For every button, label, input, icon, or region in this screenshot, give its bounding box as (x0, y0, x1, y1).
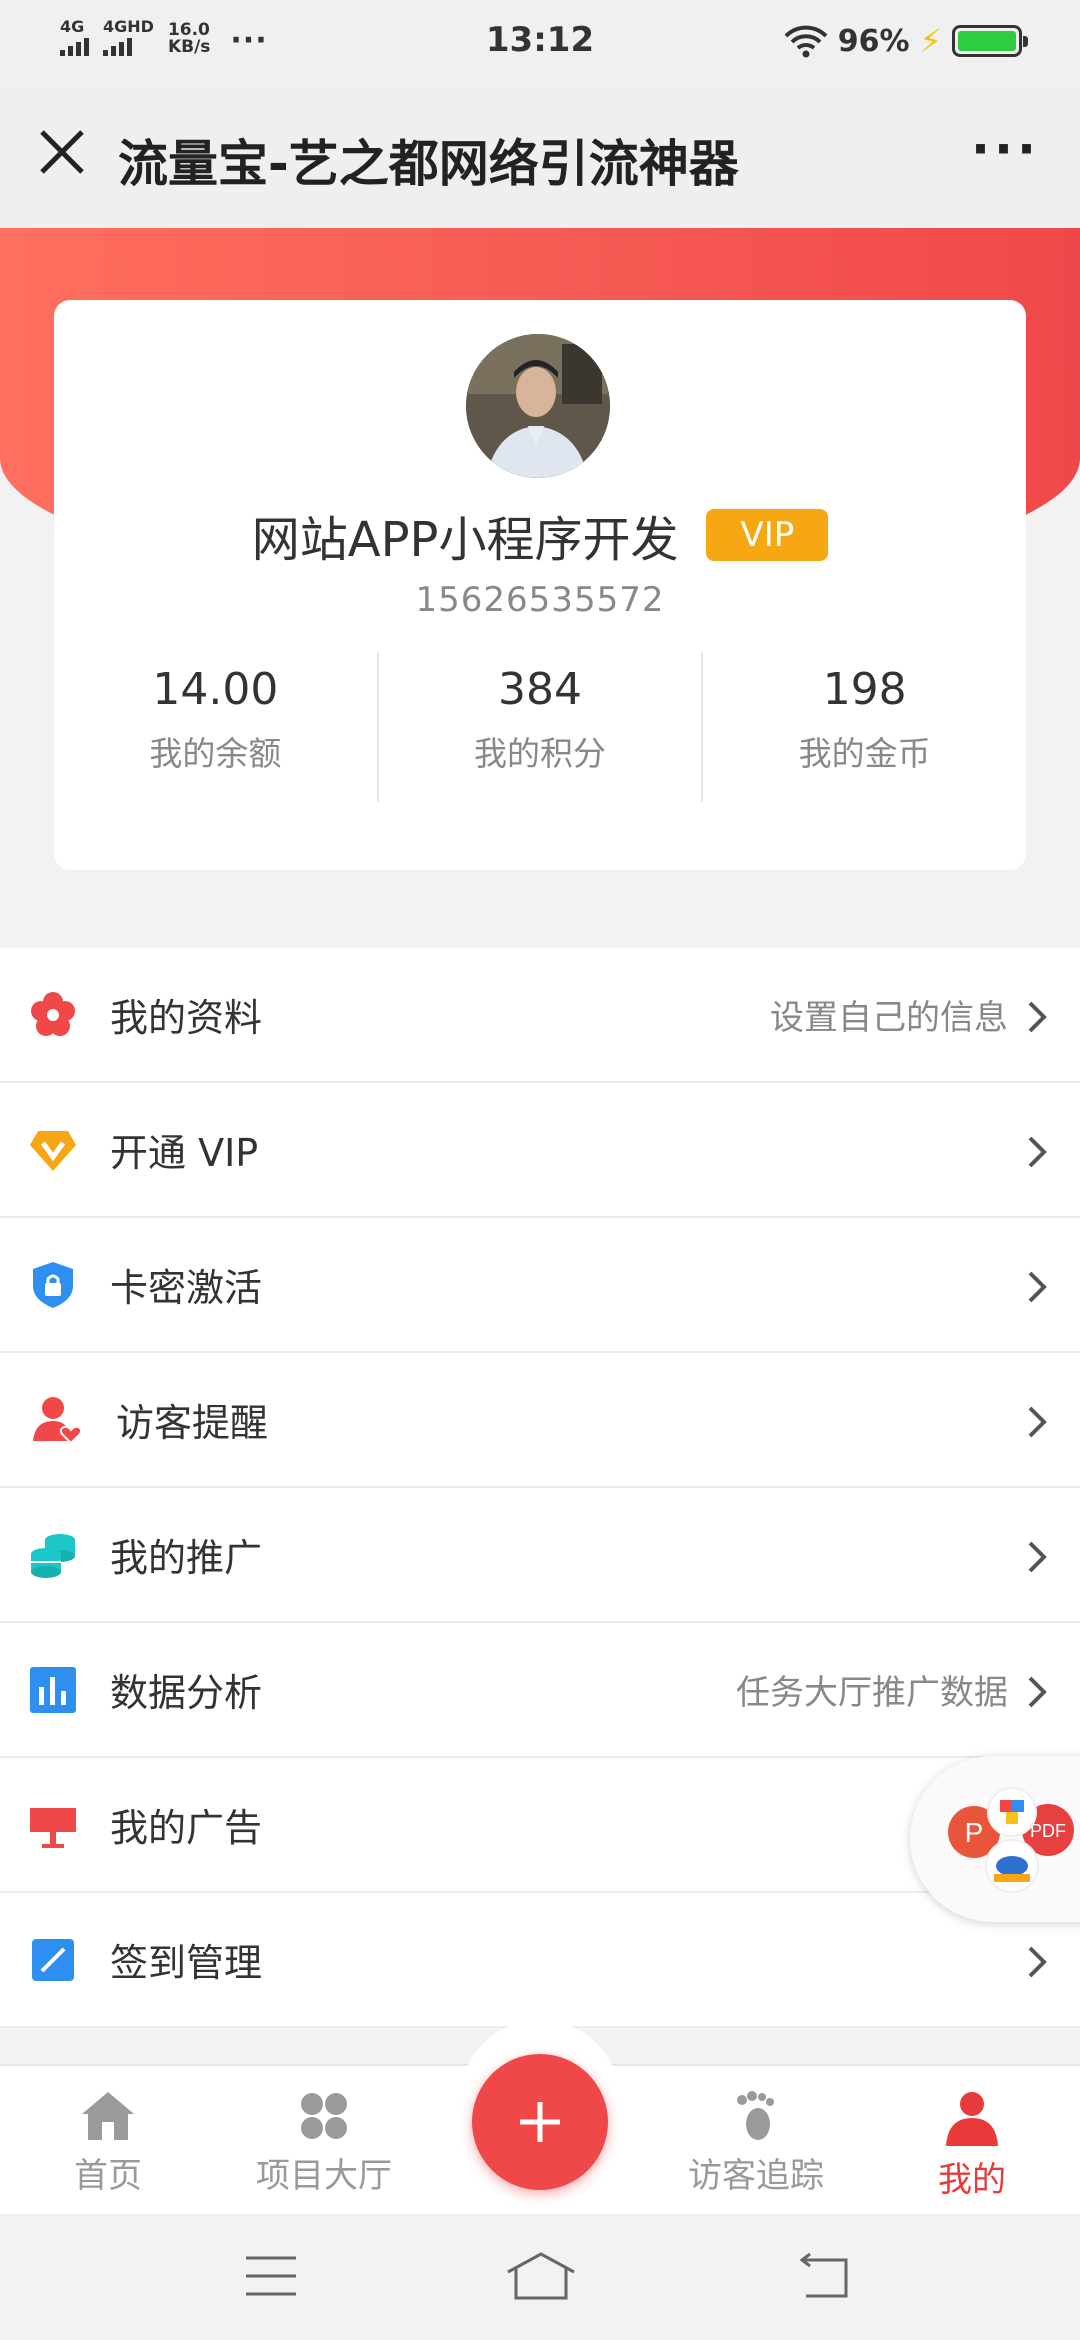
chevron-right-icon (1028, 1136, 1047, 1168)
vip-diamond-icon (30, 1131, 76, 1171)
battery-percent: 96% (837, 23, 910, 59)
plus-icon (520, 2102, 560, 2142)
back-nav-icon[interactable] (796, 2252, 852, 2300)
tab-visitor-track[interactable]: 访客追踪 (666, 2090, 846, 2197)
menu-item-label: 数据分析 (110, 1671, 263, 1715)
float-pdf: PDF (1030, 1821, 1066, 1841)
avatar[interactable] (466, 334, 610, 478)
avatar-image (466, 334, 610, 478)
person-icon (946, 2092, 998, 2146)
stat-coins[interactable]: 198 我的金币 (701, 652, 1026, 802)
edit-square-icon (32, 1939, 74, 1981)
tab-mine[interactable]: 我的 (882, 2090, 1062, 2201)
tab-label: 我的 (938, 2160, 1006, 2200)
tab-home[interactable]: 首页 (18, 2090, 198, 2197)
status-bar: 4G 4GHD 16.0 KB/s ··· 13:12 96% ⚡ (0, 0, 1080, 84)
chevron-right-icon (1028, 1271, 1047, 1303)
tab-label: 访客追踪 (688, 2156, 824, 2196)
chevron-right-icon (1028, 1946, 1047, 1978)
profile-flower-icon (31, 992, 75, 1036)
chevron-right-icon (1028, 1001, 1047, 1033)
menu-item-hint: 设置自己的信息 (770, 998, 1008, 1038)
stat-value: 384 (498, 664, 582, 715)
bar-chart-icon (30, 1667, 76, 1713)
stat-value: 14.00 (152, 664, 279, 715)
menu-item-label: 访客提醒 (116, 1401, 269, 1445)
menu-item-profile[interactable]: 我的资料 设置自己的信息 (0, 948, 1080, 1083)
menu-item-visitor-alert[interactable]: 访客提醒 (0, 1353, 1080, 1488)
menu-lines-icon[interactable] (244, 2254, 298, 2298)
menu-item-promotion[interactable]: 我的推广 (0, 1488, 1080, 1623)
menu-item-label: 我的资料 (110, 996, 263, 1040)
menu-item-label: 卡密激活 (110, 1266, 263, 1310)
stat-value: 198 (822, 664, 907, 715)
chevron-right-icon (1028, 1406, 1047, 1438)
tab-project-hall[interactable]: 项目大厅 (234, 2090, 414, 2197)
add-button[interactable] (472, 2054, 608, 2190)
menu-item-label: 我的广告 (110, 1806, 263, 1850)
system-nav-bar (0, 2214, 1080, 2340)
stat-label: 我的积分 (474, 734, 606, 773)
wifi-icon (784, 25, 828, 58)
stat-label: 我的余额 (149, 734, 282, 773)
menu-item-hint: 任务大厅推广数据 (736, 1673, 1008, 1713)
menu-item-vip[interactable]: 开通 VIP (0, 1083, 1080, 1218)
page-title: 流量宝-艺之都网络引流神器 (118, 135, 739, 193)
shield-lock-icon (33, 1262, 73, 1308)
floating-apps-icon: P PDF (948, 1787, 1074, 1893)
clover-icon (301, 2093, 347, 2139)
stat-points[interactable]: 384 我的积分 (376, 652, 702, 802)
menu-item-card-activate[interactable]: 卡密激活 (0, 1218, 1080, 1353)
more-menu-button[interactable]: ··· (971, 120, 1040, 178)
floating-app-bubble[interactable]: P PDF (910, 1756, 1080, 1922)
tab-label: 项目大厅 (256, 2156, 392, 2196)
home-nav-icon[interactable] (504, 2250, 578, 2302)
footprint-icon (737, 2091, 774, 2140)
menu-item-label: 开通 VIP (110, 1131, 259, 1175)
charging-bolt-icon: ⚡ (919, 22, 942, 60)
profile-card: 网站APP小程序开发 VIP 15626535572 14.00 我的余额 38… (54, 300, 1026, 870)
vip-badge: VIP (706, 509, 829, 561)
stat-label: 我的金币 (798, 734, 931, 773)
title-bar: 流量宝-艺之都网络引流神器 ··· (0, 84, 1080, 228)
username-row: 网站APP小程序开发 VIP (54, 500, 1026, 570)
chevron-right-icon (1028, 1676, 1047, 1708)
billboard-icon (30, 1808, 76, 1848)
tab-label: 首页 (74, 2156, 142, 2196)
menu-item-data-analysis[interactable]: 数据分析 任务大厅推广数据 (0, 1623, 1080, 1758)
chevron-right-icon (1028, 1541, 1047, 1573)
close-icon[interactable] (36, 126, 88, 178)
battery-icon (952, 25, 1028, 57)
user-heart-icon (33, 1397, 83, 1445)
menu-item-label: 我的推广 (110, 1536, 263, 1580)
home-icon (82, 2092, 134, 2140)
stat-balance[interactable]: 14.00 我的余额 (54, 652, 377, 802)
stats-row: 14.00 我的余额 384 我的积分 198 我的金币 (54, 652, 1026, 802)
float-letter: P (965, 1817, 984, 1848)
status-right: 96% ⚡ (784, 22, 1028, 60)
phone-number: 15626535572 (415, 580, 665, 620)
coins-stack-icon (31, 1534, 75, 1578)
menu-item-checkin[interactable]: 签到管理 (0, 1893, 1080, 2028)
username: 网站APP小程序开发 (251, 512, 679, 568)
menu-item-label: 签到管理 (110, 1941, 263, 1985)
